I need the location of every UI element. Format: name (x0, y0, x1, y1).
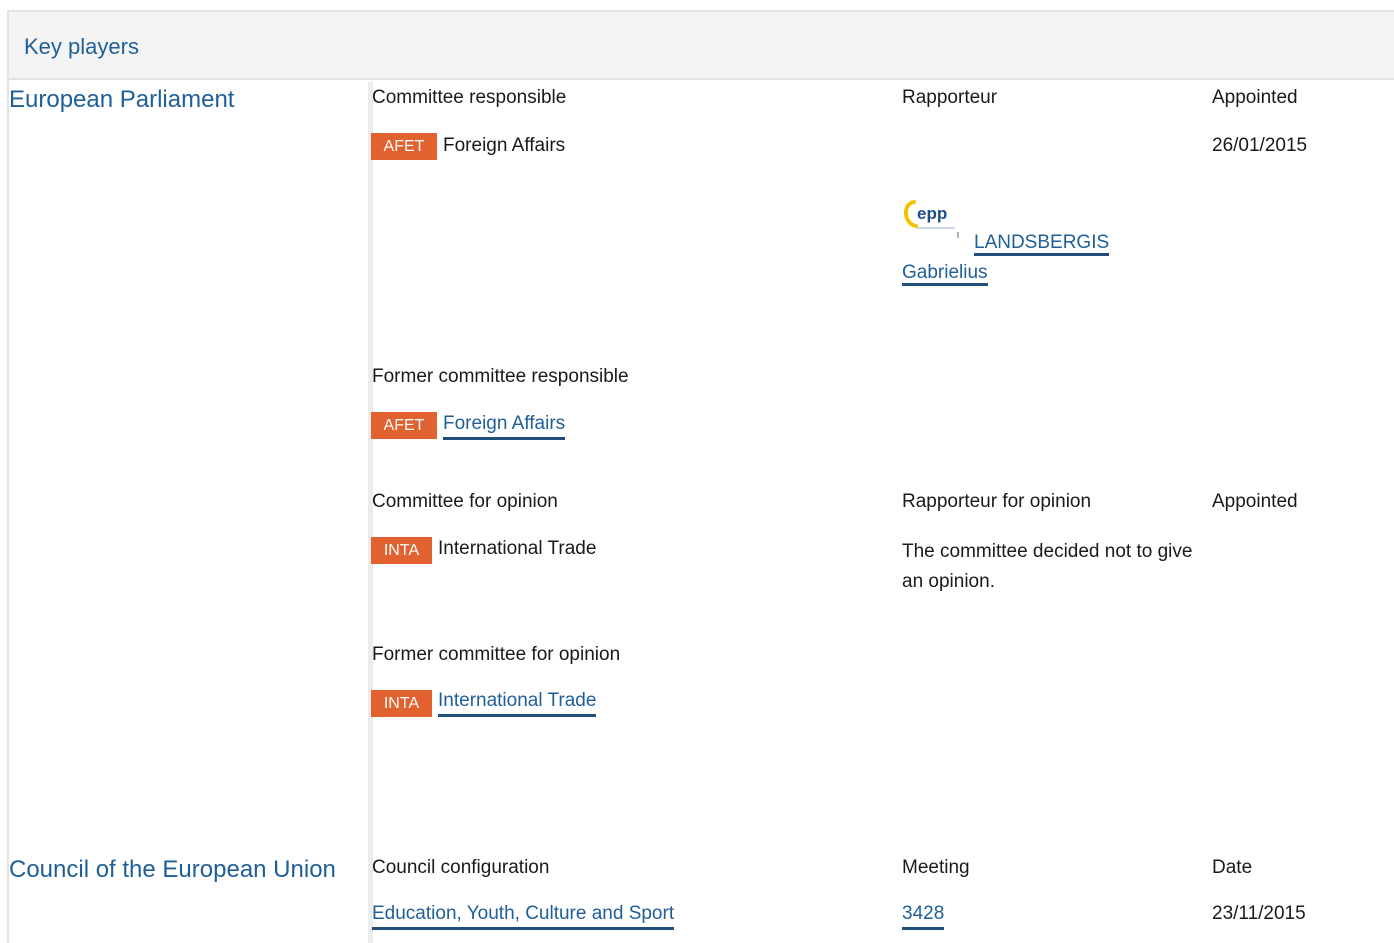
former-committee-responsible-link[interactable]: Foreign Affairs (443, 412, 566, 440)
institution-european-parliament: European Parliament (9, 86, 235, 113)
council-configuration-link[interactable]: Education, Youth, Culture and Sport (372, 902, 675, 930)
key-players-header: Key players (7, 10, 1394, 80)
former-committee-badge-inta: INTA (371, 690, 432, 717)
rapporteur-for-opinion-header: Rapporteur for opinion (902, 491, 1092, 512)
committee-badge-afet: AFET (371, 133, 437, 160)
opinion-appointed-header: Appointed (1212, 491, 1298, 512)
left-border (7, 80, 9, 943)
former-committee-responsible-header: Former committee responsible (372, 366, 629, 387)
rapporteur-appointed-date: 26/01/2015 (1212, 135, 1308, 156)
committee-responsible-header: Committee responsible (372, 87, 567, 108)
svg-text:epp: epp (917, 204, 947, 223)
former-committee-badge-afet: AFET (371, 412, 437, 439)
rapporteur-link[interactable]: LANDSBERGIS Gabrielius (902, 232, 1110, 286)
rapporteur-header: Rapporteur (902, 87, 998, 108)
council-meeting-date: 23/11/2015 (1212, 903, 1306, 924)
meeting-link[interactable]: 3428 (902, 902, 945, 930)
meeting-header: Meeting (902, 857, 970, 878)
committee-badge-inta: INTA (371, 537, 432, 564)
former-committee-for-opinion-link[interactable]: International Trade (438, 689, 597, 717)
committee-for-opinion-name: International Trade (438, 538, 597, 559)
opinion-note: The committee decided not to give an opi… (902, 541, 1193, 592)
rapporteur-link-wrapper: LANDSBERGIS Gabrielius (902, 228, 1142, 288)
key-players-title: Key players (24, 34, 139, 59)
date-header: Date (1212, 857, 1253, 878)
council-configuration-header: Council configuration (372, 857, 550, 878)
committee-for-opinion-header: Committee for opinion (372, 491, 558, 512)
institution-council: Council of the European Union (9, 856, 336, 883)
committee-responsible-name: Foreign Affairs (443, 135, 566, 156)
appointed-header: Appointed (1212, 87, 1298, 108)
former-committee-for-opinion-header: Former committee for opinion (372, 644, 621, 665)
